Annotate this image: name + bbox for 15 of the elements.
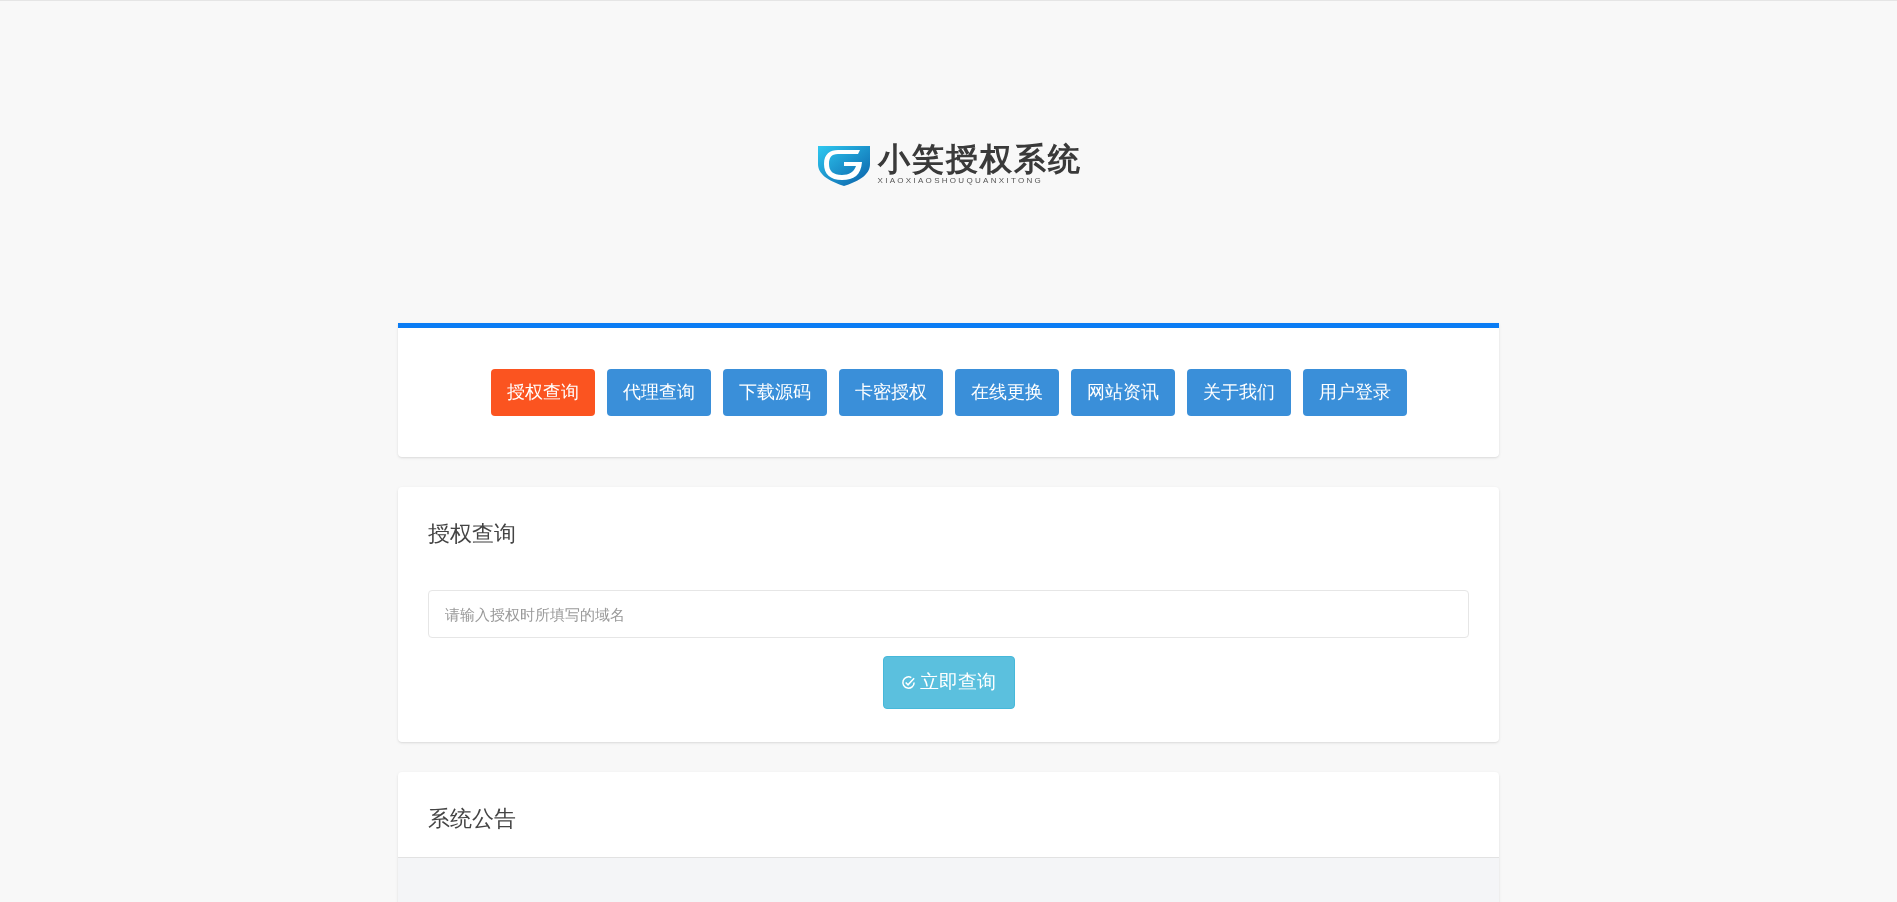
nav-button[interactable]: 用户登录 <box>1302 369 1407 416</box>
query-button[interactable]: 立即查询 <box>882 656 1015 709</box>
nav-button[interactable]: 代理查询 <box>606 369 711 416</box>
nav-button[interactable]: 授权查询 <box>490 369 595 416</box>
card-title: 系统公告 <box>427 805 517 833</box>
domain-input-field[interactable]: 请输入授权时所填写的域名 <box>428 590 1469 638</box>
nav-button[interactable]: 在线更换 <box>954 369 1059 416</box>
logo-subtitle: XIAOXIAOSHOUQUANXITONG <box>877 176 1045 186</box>
nav-button[interactable]: 卡密授权 <box>838 369 943 416</box>
card-title: 授权查询 <box>428 520 517 548</box>
logo-title: 小笑授权系统 <box>877 142 1082 176</box>
nav-button[interactable]: 网站资讯 <box>1070 369 1175 416</box>
nav-button[interactable]: 关于我们 <box>1186 369 1291 416</box>
nav-button[interactable]: 下载源码 <box>722 369 827 416</box>
check-circle-icon <box>901 675 916 690</box>
